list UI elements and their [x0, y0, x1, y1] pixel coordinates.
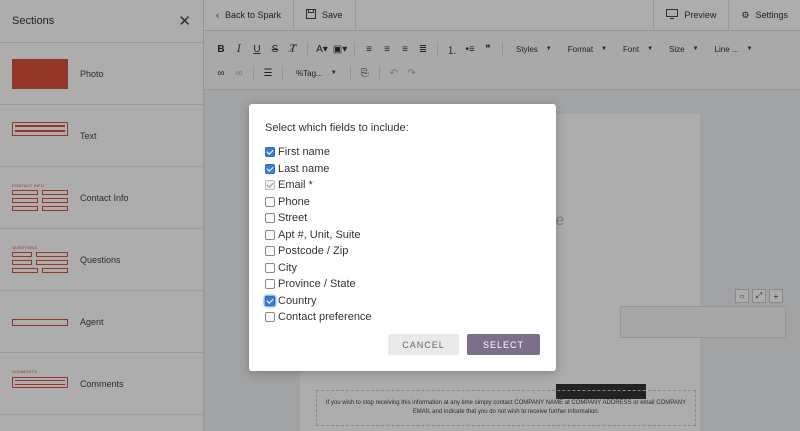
field-label: Phone [278, 195, 310, 208]
field-label: City [278, 261, 297, 274]
field-option[interactable]: First name [265, 144, 540, 161]
select-button[interactable]: SELECT [467, 334, 540, 355]
field-option[interactable]: Last name [265, 161, 540, 178]
field-checkbox[interactable] [265, 295, 275, 306]
field-option[interactable]: City [265, 260, 540, 277]
field-label: Province / State [278, 278, 356, 291]
field-checkbox[interactable] [265, 196, 275, 207]
cancel-button[interactable]: CANCEL [388, 334, 459, 355]
field-option[interactable]: Email * [265, 177, 540, 194]
field-checkbox[interactable] [265, 163, 275, 174]
field-option[interactable]: Province / State [265, 276, 540, 293]
field-checkbox[interactable] [265, 279, 275, 290]
field-option[interactable]: Street [265, 210, 540, 227]
field-label: Last name [278, 162, 330, 175]
field-checkbox [265, 180, 275, 191]
field-checkbox[interactable] [265, 147, 275, 158]
field-option[interactable]: Postcode / Zip [265, 243, 540, 260]
field-label: Country [278, 294, 317, 307]
field-list: First name Last name Email * Phone Street Apt… [265, 144, 540, 326]
field-label: Postcode / Zip [278, 245, 349, 258]
dialog-actions: CANCEL SELECT [388, 334, 540, 355]
field-option[interactable]: Country [265, 293, 540, 310]
dialog-title: Select which fields to include: [265, 122, 409, 134]
field-checkbox[interactable] [265, 246, 275, 257]
field-label: Contact preference [278, 311, 372, 324]
field-label: Email * [278, 179, 313, 192]
field-checkbox[interactable] [265, 213, 275, 224]
field-label: First name [278, 146, 330, 159]
field-option[interactable]: Contact preference [265, 309, 540, 326]
field-checkbox[interactable] [265, 229, 275, 240]
field-label: Apt #, Unit, Suite [278, 228, 361, 241]
field-label: Street [278, 212, 308, 225]
field-checkbox[interactable] [265, 262, 275, 273]
field-option[interactable]: Phone [265, 194, 540, 211]
field-checkbox[interactable] [265, 312, 275, 323]
field-option[interactable]: Apt #, Unit, Suite [265, 227, 540, 244]
field-select-dialog: Select which fields to include: First na… [249, 104, 556, 371]
